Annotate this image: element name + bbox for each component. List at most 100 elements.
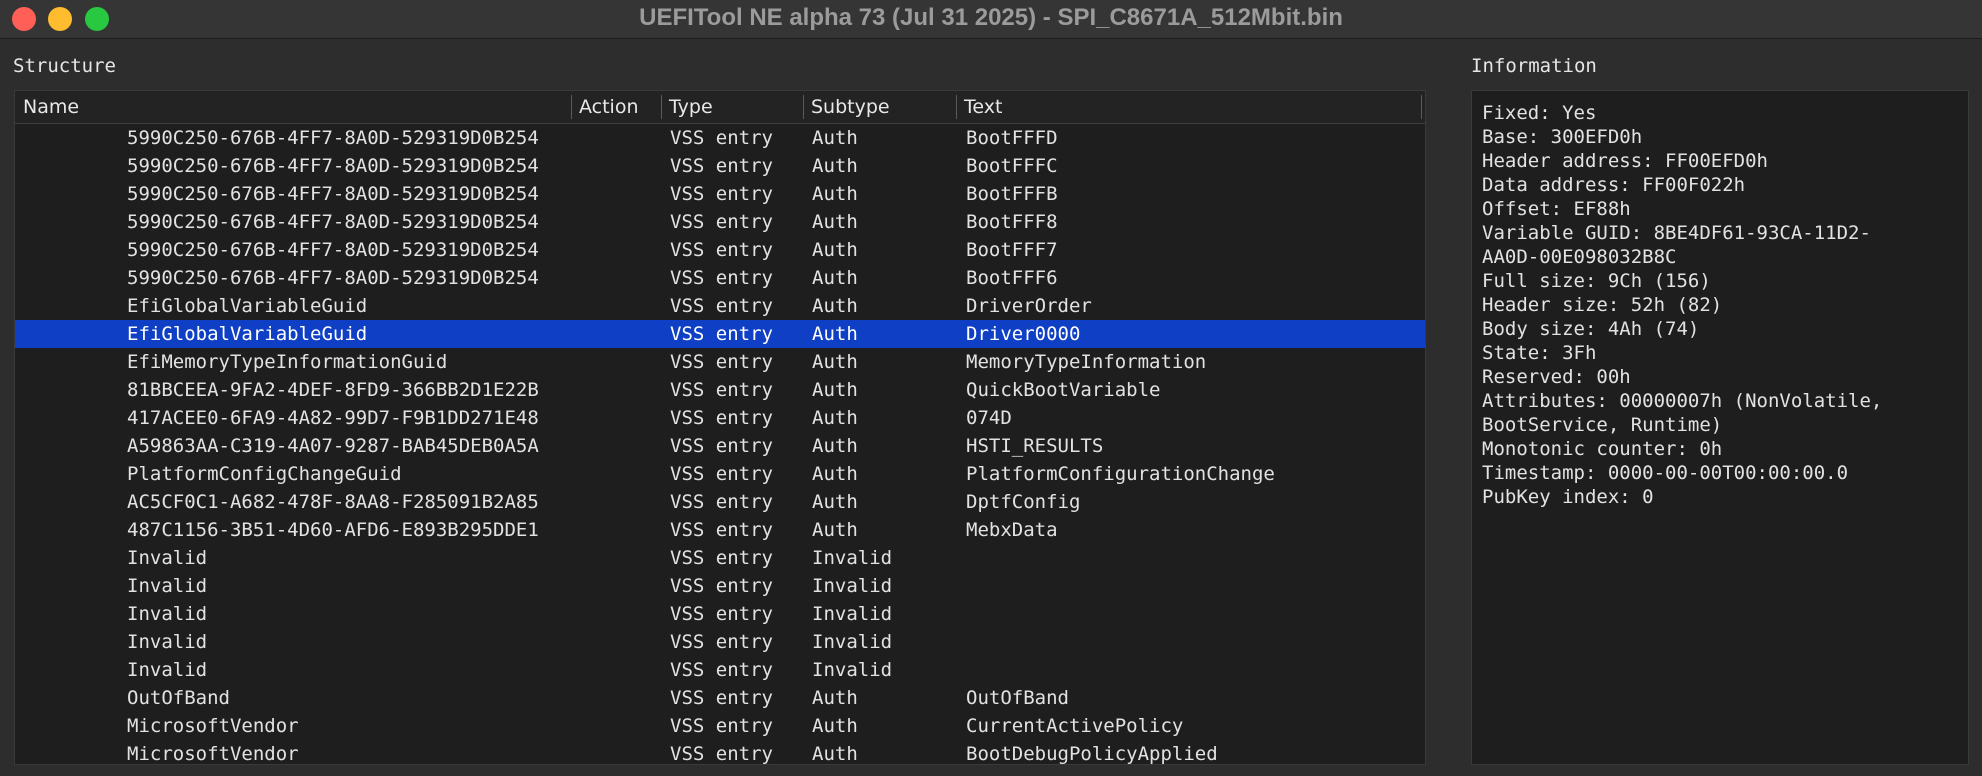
info-line: Base: 300EFD0h [1482, 126, 1643, 148]
row-name-cell: 5990C250-676B-4FF7-8A0D-529319D0B254 [127, 155, 539, 177]
row-name-cell: 5990C250-676B-4FF7-8A0D-529319D0B254 [127, 211, 539, 233]
table-row[interactable]: AC5CF0C1-A682-478F-8AA8-F285091B2A85 VSS … [15, 488, 1425, 516]
table-row[interactable]: Invalid VSS entry Invalid [15, 628, 1425, 656]
table-row[interactable]: EfiGlobalVariableGuid VSS entry Auth Driver… [15, 292, 1425, 320]
table-row[interactable]: 5990C250-676B-4FF7-8A0D-529319D0B254 VSS … [15, 208, 1425, 236]
row-subtype-cell: Auth [812, 239, 858, 261]
row-subtype-cell: Invalid [812, 575, 893, 597]
table-row[interactable]: Invalid VSS entry Invalid [15, 600, 1425, 628]
row-type-cell: VSS entry [670, 239, 773, 261]
table-row[interactable]: OutOfBand VSS entry Auth OutOfBand [15, 684, 1425, 712]
row-subtype-cell: Auth [812, 519, 858, 541]
info-line: Monotonic counter: 0h [1482, 438, 1723, 460]
row-type-cell: VSS entry [670, 575, 773, 597]
row-subtype-cell: Auth [812, 407, 858, 429]
info-line: Timestamp: 0000-00-00T00:00:00.0 [1482, 462, 1849, 484]
row-type-cell: VSS entry [670, 631, 773, 653]
row-name-cell: OutOfBand [127, 687, 230, 709]
row-type-cell: VSS entry [670, 435, 773, 457]
row-text-cell [966, 572, 1421, 600]
row-subtype-cell: Auth [812, 267, 858, 289]
column-header-name[interactable]: Name [15, 91, 571, 123]
column-header-type[interactable]: Type [661, 91, 803, 123]
table-row[interactable]: MicrosoftVendor VSS entry Auth BootDebugPol… [15, 740, 1425, 765]
info-line: Reserved: 00h [1482, 366, 1631, 388]
row-text-cell: BootFFF8 [966, 211, 1058, 233]
structure-pane-label: Structure [13, 55, 116, 77]
table-row[interactable]: 487C1156-3B51-4D60-AFD6-E893B295DDE1 VSS … [15, 516, 1425, 544]
row-text-cell: 074D [966, 407, 1012, 429]
table-row[interactable]: EfiGlobalVariableGuid VSS entry Auth Driver… [15, 320, 1425, 348]
row-subtype-cell: Auth [812, 351, 858, 373]
row-subtype-cell: Invalid [812, 603, 893, 625]
row-type-cell: VSS entry [670, 295, 773, 317]
column-header-action[interactable]: Action [571, 91, 661, 123]
info-line: Body size: 4Ah (74) [1482, 318, 1700, 340]
table-row[interactable]: PlatformConfigChangeGuid VSS entry Auth Pla… [15, 460, 1425, 488]
column-header-subtype[interactable]: Subtype [803, 91, 956, 123]
column-header-text[interactable]: Text [956, 91, 1416, 123]
structure-tree[interactable]: Name Action Type Subtype Text 5990C250-6… [14, 90, 1426, 765]
row-type-cell: VSS entry [670, 127, 773, 149]
row-name-cell: 5990C250-676B-4FF7-8A0D-529319D0B254 [127, 183, 539, 205]
table-row[interactable]: EfiMemoryTypeInformationGuid VSS entry Aut… [15, 348, 1425, 376]
row-text-cell: QuickBootVariable [966, 379, 1161, 401]
tree-rows: 5990C250-676B-4FF7-8A0D-529319D0B254 VSS … [15, 124, 1425, 765]
table-row[interactable]: Invalid VSS entry Invalid [15, 656, 1425, 684]
row-type-cell: VSS entry [670, 267, 773, 289]
table-row[interactable]: Invalid VSS entry Invalid [15, 572, 1425, 600]
info-line: Full size: 9Ch (156) [1482, 270, 1711, 292]
row-text-cell: PlatformConfigurationChange [966, 463, 1275, 485]
column-divider[interactable] [1421, 95, 1422, 119]
row-subtype-cell: Auth [812, 295, 858, 317]
table-row[interactable]: 5990C250-676B-4FF7-8A0D-529319D0B254 VSS … [15, 152, 1425, 180]
table-row[interactable]: Invalid VSS entry Invalid [15, 544, 1425, 572]
window-title: UEFITool NE alpha 73 (Jul 31 2025) - SPI… [639, 4, 1343, 31]
info-line: Fixed: Yes [1482, 102, 1597, 124]
row-text-cell: BootFFFC [966, 155, 1058, 177]
title-bar: UEFITool NE alpha 73 (Jul 31 2025) - SPI… [0, 0, 1982, 39]
row-type-cell: VSS entry [670, 715, 773, 737]
row-subtype-cell: Invalid [812, 547, 893, 569]
info-line: State: 3Fh [1482, 342, 1597, 364]
row-text-cell: BootDebugPolicyApplied [966, 743, 1218, 765]
row-subtype-cell: Auth [812, 715, 858, 737]
row-subtype-cell: Invalid [812, 631, 893, 653]
row-type-cell: VSS entry [670, 687, 773, 709]
table-row[interactable]: MicrosoftVendor VSS entry Auth CurrentActiv… [15, 712, 1425, 740]
table-row[interactable]: 5990C250-676B-4FF7-8A0D-529319D0B254 VSS … [15, 180, 1425, 208]
table-row[interactable]: 5990C250-676B-4FF7-8A0D-529319D0B254 VSS … [15, 264, 1425, 292]
information-pane-label: Information [1471, 55, 1597, 77]
row-type-cell: VSS entry [670, 323, 773, 345]
table-row[interactable]: 5990C250-676B-4FF7-8A0D-529319D0B254 VSS … [15, 124, 1425, 152]
row-subtype-cell: Invalid [812, 659, 893, 681]
row-subtype-cell: Auth [812, 211, 858, 233]
table-row[interactable]: 5990C250-676B-4FF7-8A0D-529319D0B254 VSS … [15, 236, 1425, 264]
row-text-cell: DriverOrder [966, 295, 1092, 317]
table-row[interactable]: A59863AA-C319-4A07-9287-BAB45DEB0A5A VSS … [15, 432, 1425, 460]
row-subtype-cell: Auth [812, 379, 858, 401]
information-panel: Fixed: Yes Base: 300EFD0h Header address: … [1471, 90, 1969, 765]
row-name-cell: 5990C250-676B-4FF7-8A0D-529319D0B254 [127, 127, 539, 149]
row-name-cell: 487C1156-3B51-4D60-AFD6-E893B295DDE1 [127, 519, 539, 541]
table-row[interactable]: 81BBCEEA-9FA2-4DEF-8FD9-366BB2D1E22B VSS … [15, 376, 1425, 404]
info-line: Header size: 52h (82) [1482, 294, 1723, 316]
row-name-cell: Invalid [127, 659, 208, 681]
row-text-cell: BootFFFD [966, 127, 1058, 149]
row-text-cell [966, 656, 1421, 684]
row-subtype-cell: Auth [812, 687, 858, 709]
row-text-cell: MemoryTypeInformation [966, 351, 1207, 373]
row-subtype-cell: Auth [812, 155, 858, 177]
row-name-cell: EfiMemoryTypeInformationGuid [127, 351, 448, 373]
table-row[interactable]: 417ACEE0-6FA9-4A82-99D7-F9B1DD271E48 VSS … [15, 404, 1425, 432]
row-name-cell: A59863AA-C319-4A07-9287-BAB45DEB0A5A [127, 435, 539, 457]
row-name-cell: Invalid [127, 575, 208, 597]
row-text-cell: HSTI_RESULTS [966, 435, 1104, 457]
row-text-cell [966, 544, 1421, 572]
row-type-cell: VSS entry [670, 155, 773, 177]
row-name-cell: Invalid [127, 631, 208, 653]
row-subtype-cell: Auth [812, 183, 858, 205]
row-name-cell: MicrosoftVendor [127, 743, 299, 765]
row-type-cell: VSS entry [670, 407, 773, 429]
row-text-cell: OutOfBand [966, 687, 1069, 709]
